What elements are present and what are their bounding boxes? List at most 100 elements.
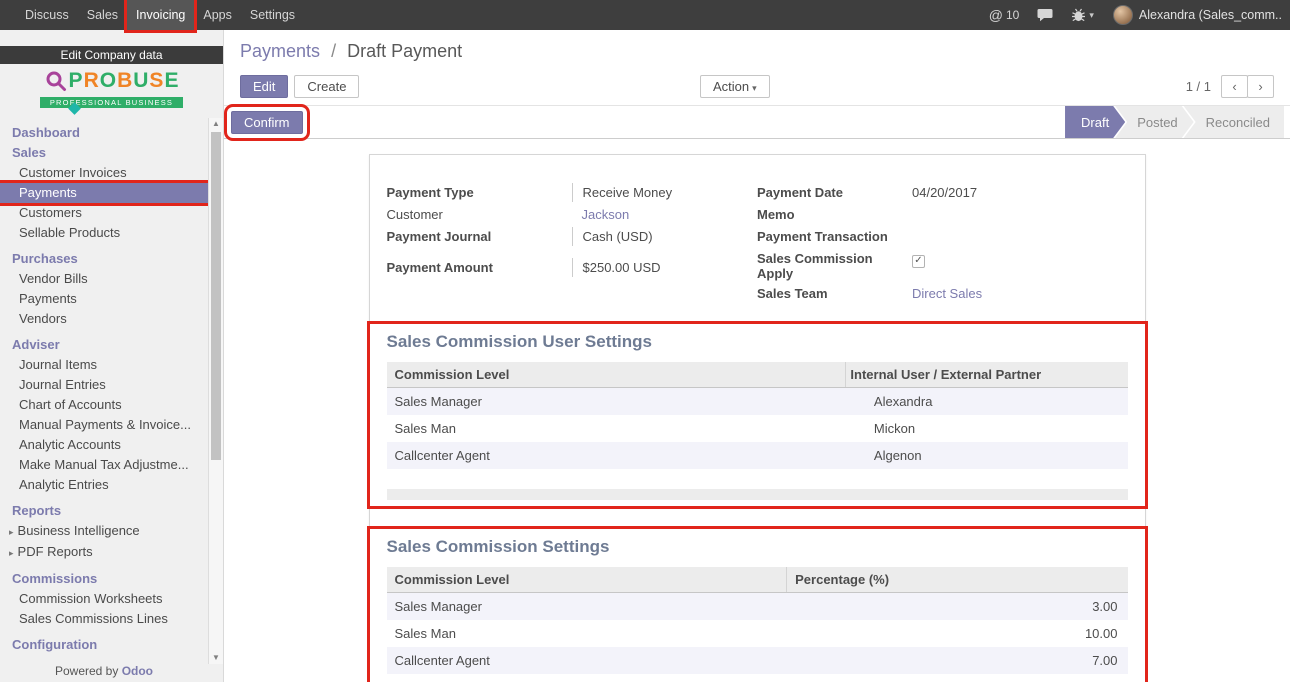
payment-journal-value: Cash (USD) [572,227,758,246]
sidebar-item-dashboard[interactable]: Dashboard [0,123,208,143]
customer-link[interactable]: Jackson [572,205,758,224]
empty-strip [387,489,1128,500]
column-commission-level: Commission Level [387,567,787,593]
sidebar-header-adviser[interactable]: Adviser [0,335,208,355]
main-content: Payments / Draft Payment Edit Create Act… [224,30,1290,682]
sidebar-item-business-intelligence[interactable]: ▸Business Intelligence [0,521,208,542]
payment-amount-label: Payment Amount [387,258,572,277]
sidebar-item-journal-entries[interactable]: Journal Entries [0,375,208,395]
commission-settings-section: Sales Commission Settings Commission Lev… [370,529,1145,682]
control-panel: Payments / Draft Payment Edit Create Act… [224,30,1290,103]
payment-transaction-label: Payment Transaction [757,227,902,246]
sidebar-item-sellable-products[interactable]: Sellable Products [0,223,208,243]
app-menu: Discuss Sales Invoicing Apps Settings [16,0,304,30]
sidebar-item-pdf-reports[interactable]: ▸PDF Reports [0,542,208,563]
table-row[interactable]: Sales Manager 3.00 [387,593,1128,621]
sidebar-scrollbar[interactable]: ▲ ▼ [208,118,223,664]
sidebar: Edit Company data PROBUSE PROFESSIONAL B… [0,30,224,682]
status-posted[interactable]: Posted [1115,106,1193,138]
table-header-row: Commission Level Internal User / Externa… [387,362,1128,388]
topbar-systray: @ 10 ▾ Alexandra (Sales_comm.. [980,0,1282,30]
bug-icon [1071,8,1086,22]
expand-arrow-icon: ▸ [9,527,14,537]
sales-team-link[interactable]: Direct Sales [902,284,1128,303]
menu-settings[interactable]: Settings [241,0,304,30]
sidebar-item-payments-purchases[interactable]: Payments [0,289,208,309]
sales-team-label: Sales Team [757,284,902,303]
user-settings-section: Sales Commission User Settings Commissio… [370,324,1145,506]
table-row[interactable]: Callcenter Agent Algenon [387,442,1128,469]
sidebar-header-sales[interactable]: Sales [0,143,208,163]
sidebar-item-payments[interactable]: Payments [0,183,208,203]
status-widget: Draft Posted Reconciled [1065,106,1284,138]
pager-previous-button[interactable]: ‹ [1221,75,1248,98]
sidebar-item-make-manual-tax-adjustments[interactable]: Make Manual Tax Adjustme... [0,455,208,475]
sidebar-item-customer-invoices[interactable]: Customer Invoices [0,163,208,183]
sidebar-item-sales-commissions-lines[interactable]: Sales Commissions Lines [0,609,208,629]
sidebar-header-commissions[interactable]: Commissions [0,569,208,589]
sidebar-item-journal-items[interactable]: Journal Items [0,355,208,375]
powered-by: Powered by Odoo [0,661,208,682]
breadcrumb-payments[interactable]: Payments [240,41,320,61]
customer-label: Customer [387,205,572,224]
menu-sales[interactable]: Sales [78,0,127,30]
form-area: Payment Type Receive Money Customer Jack… [224,154,1290,682]
payment-amount-value: $250.00 USD [572,258,758,277]
sidebar-nav: Dashboard Sales Customer Invoices Paymen… [0,123,223,655]
form-left-column: Payment Type Receive Money Customer Jack… [387,183,758,306]
odoo-link[interactable]: Odoo [122,664,153,678]
sidebar-item-vendors[interactable]: Vendors [0,309,208,329]
table-row[interactable]: Callcenter Agent 7.00 [387,647,1128,674]
table-row[interactable]: Sales Man 10.00 [387,620,1128,647]
chevron-down-icon: ▾ [752,83,757,93]
user-settings-table: Commission Level Internal User / Externa… [387,362,1128,469]
topbar: Discuss Sales Invoicing Apps Settings @ … [0,0,1290,30]
scroll-up-icon[interactable]: ▲ [209,118,223,130]
pager-value: 1 / 1 [1186,79,1211,94]
status-reconciled[interactable]: Reconciled [1184,106,1284,138]
commission-settings-table: Commission Level Percentage (%) Sales Ma… [387,567,1128,674]
menu-discuss[interactable]: Discuss [16,0,78,30]
messages-icon[interactable] [1037,8,1053,22]
column-internal-user: Internal User / External Partner [846,362,1128,388]
mention-counter[interactable]: @ 10 [989,7,1020,23]
avatar [1113,5,1133,25]
logo-text: PROBUSE [69,69,180,93]
sidebar-item-manual-payments-invoice[interactable]: Manual Payments & Invoice... [0,415,208,435]
column-commission-level: Commission Level [387,362,846,388]
sidebar-item-vendor-bills[interactable]: Vendor Bills [0,269,208,289]
edit-button[interactable]: Edit [240,75,288,98]
sidebar-item-customers[interactable]: Customers [0,203,208,223]
mention-count: 10 [1006,8,1019,22]
chevron-down-icon: ▾ [1089,10,1094,21]
sidebar-item-analytic-entries[interactable]: Analytic Entries [0,475,208,495]
payment-journal-label: Payment Journal [387,227,572,246]
user-menu[interactable]: Alexandra (Sales_comm.. [1113,5,1282,25]
column-percentage: Percentage (%) [787,567,1128,593]
menu-apps[interactable]: Apps [194,0,241,30]
sales-commission-apply-checkbox[interactable]: ✓ [912,255,925,268]
scroll-down-icon[interactable]: ▼ [209,652,223,664]
pager-next-button[interactable]: › [1247,75,1274,98]
sidebar-item-commission-worksheets[interactable]: Commission Worksheets [0,589,208,609]
memo-value [902,205,1128,224]
action-dropdown[interactable]: Action▾ [700,75,770,98]
magnifier-icon [44,69,68,93]
debug-menu[interactable]: ▾ [1071,8,1094,22]
table-row[interactable]: Sales Man Mickon [387,415,1128,442]
table-row[interactable]: Sales Manager Alexandra [387,388,1128,416]
sidebar-item-analytic-accounts[interactable]: Analytic Accounts [0,435,208,455]
form-right-column: Payment Date 04/20/2017 Memo Payment Tra… [757,183,1128,306]
sidebar-header-configuration[interactable]: Configuration [0,635,208,655]
form-statusbar: Confirm Draft Posted Reconciled [224,105,1290,139]
user-settings-title: Sales Commission User Settings [387,332,1128,352]
menu-invoicing[interactable]: Invoicing [127,0,194,30]
edit-company-data-button[interactable]: Edit Company data [0,46,223,64]
create-button[interactable]: Create [294,75,359,98]
sidebar-item-chart-of-accounts[interactable]: Chart of Accounts [0,395,208,415]
status-draft[interactable]: Draft [1065,106,1125,138]
scrollbar-thumb[interactable] [211,132,221,460]
sidebar-header-reports[interactable]: Reports [0,501,208,521]
sidebar-header-purchases[interactable]: Purchases [0,249,208,269]
confirm-button[interactable]: Confirm [231,111,303,134]
